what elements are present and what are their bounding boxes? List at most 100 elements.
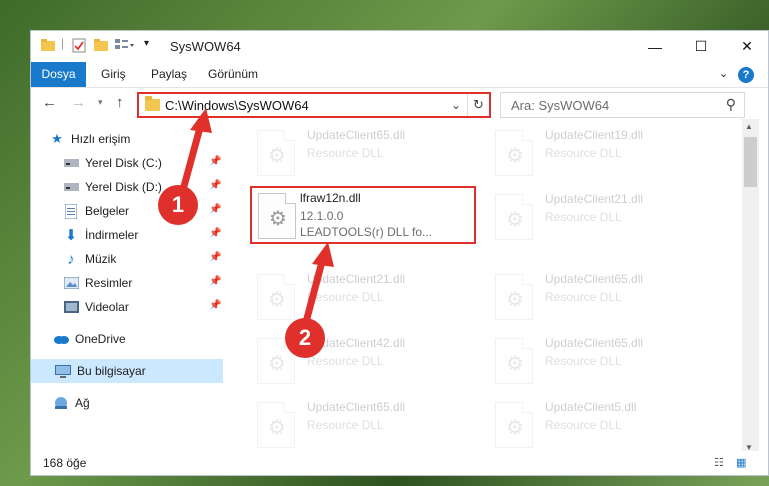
file-description: Resource DLL xyxy=(545,146,622,160)
sidebar-item-quick-access[interactable]: ★ Hızlı erişim xyxy=(49,127,241,151)
list-item[interactable]: ⚙ UpdateClient21.dll Resource DLL xyxy=(487,187,715,245)
pin-icon[interactable]: 📌 xyxy=(209,252,221,263)
sidebar-item-label: Resimler xyxy=(85,276,133,290)
file-description: Resource DLL xyxy=(307,354,384,368)
file-list: ⚙ UpdateClient65.dll Resource DLL ⚙ Upda… xyxy=(241,119,746,457)
list-item[interactable]: ⚙ UpdateClient65.dll Resource DLL xyxy=(249,395,477,453)
pin-icon[interactable]: 📌 xyxy=(209,276,221,287)
search-input[interactable]: Ara: SysWOW64 ⚲ xyxy=(500,92,745,118)
gear-icon: ⚙ xyxy=(268,288,286,311)
tab-share[interactable]: Paylaş xyxy=(151,62,187,87)
gear-icon: ⚙ xyxy=(268,352,286,375)
dll-file-icon: ⚙ xyxy=(495,130,533,176)
cloud-icon xyxy=(53,331,69,347)
file-name: lfraw12n.dll xyxy=(300,191,361,205)
computer-icon xyxy=(55,363,71,379)
music-icon: ♪ xyxy=(67,250,75,268)
pin-icon[interactable]: 📌 xyxy=(209,180,221,191)
dll-file-icon: ⚙ xyxy=(495,402,533,448)
navigation-pane: ★ Hızlı erişim Yerel Disk (C:) 📌 Yerel D… xyxy=(31,119,227,457)
sidebar-item-disk-d[interactable]: Yerel Disk (D:) 📌 xyxy=(63,175,233,199)
sidebar-item-label: Hızlı erişim xyxy=(71,132,131,146)
vertical-scrollbar[interactable]: ▲ ▼ xyxy=(742,119,759,457)
help-icon[interactable]: ? xyxy=(738,67,754,83)
details-view-icon[interactable]: ☷ xyxy=(714,456,728,469)
forward-arrow-icon[interactable]: → xyxy=(71,94,86,111)
file-description: Resource DLL xyxy=(545,354,622,368)
minimize-button[interactable]: — xyxy=(632,31,678,62)
gear-icon: ⚙ xyxy=(506,288,524,311)
pin-icon[interactable]: 📌 xyxy=(209,204,221,215)
sidebar-item-onedrive[interactable]: OneDrive xyxy=(53,327,223,351)
expand-ribbon-icon[interactable]: ⌄ xyxy=(719,67,728,80)
gear-icon: ⚙ xyxy=(506,144,524,167)
sidebar-item-label: OneDrive xyxy=(75,332,126,346)
file-version: 12.1.0.0 xyxy=(300,209,344,223)
view-options-icon[interactable] xyxy=(115,38,135,54)
list-item[interactable]: ⚙ UpdateClient5.dll Resource DLL xyxy=(487,395,715,453)
separator: | xyxy=(61,36,65,50)
sidebar-item-downloads[interactable]: ⬇ İndirmeler 📌 xyxy=(63,223,233,247)
back-arrow-icon[interactable]: ← xyxy=(42,94,57,111)
search-placeholder: Ara: SysWOW64 xyxy=(511,98,610,113)
dll-file-icon: ⚙ xyxy=(495,274,533,320)
file-description: LEADTOOLS(r) DLL fo... xyxy=(300,225,433,239)
list-item[interactable]: ⚙ UpdateClient42.dll Resource DLL xyxy=(249,331,477,389)
sidebar-item-documents[interactable]: Belgeler 📌 xyxy=(63,199,233,223)
list-item[interactable]: ⚙ UpdateClient19.dll Resource DLL xyxy=(487,123,715,181)
close-button[interactable]: ✕ xyxy=(724,31,768,62)
highlighted-file-item[interactable]: ⚙ lfraw12n.dll 12.1.0.0 LEADTOOLS(r) DLL… xyxy=(250,186,476,244)
up-arrow-icon[interactable]: ↑ xyxy=(116,94,124,111)
file-name: UpdateClient65.dll xyxy=(307,128,406,142)
refresh-icon[interactable]: ↻ xyxy=(467,94,489,116)
recent-locations-icon[interactable]: ▾ xyxy=(98,97,103,108)
list-item[interactable]: ⚙ UpdateClient65.dll Resource DLL xyxy=(487,331,715,389)
file-description: Resource DLL xyxy=(545,418,622,432)
pin-icon[interactable]: 📌 xyxy=(209,300,221,311)
scroll-up-icon[interactable]: ▲ xyxy=(745,122,753,131)
dll-file-icon: ⚙ xyxy=(257,130,295,176)
file-name: UpdateClient21.dll xyxy=(545,192,644,206)
sidebar-item-label: Yerel Disk (C:) xyxy=(85,156,162,170)
navigation-bar: ← → ▾ ↑ C:\Windows\SysWOW64 ⌄ ↻ Ara: Sys… xyxy=(31,87,768,119)
documents-icon xyxy=(63,203,79,219)
dll-file-icon: ⚙ xyxy=(257,402,295,448)
customize-toolbar-icon[interactable]: ▾ xyxy=(144,38,149,54)
pin-icon[interactable]: 📌 xyxy=(209,228,221,239)
sidebar-item-pictures[interactable]: Resimler 📌 xyxy=(63,271,233,295)
pictures-icon xyxy=(63,275,79,291)
callout-2: 2 xyxy=(285,318,325,358)
file-name: UpdateClient21.dll xyxy=(307,272,406,286)
gear-icon: ⚙ xyxy=(506,208,524,231)
sidebar-item-network[interactable]: Ağ xyxy=(53,391,223,415)
sidebar-item-videos[interactable]: Videolar 📌 xyxy=(63,295,233,319)
sidebar-item-disk-c[interactable]: Yerel Disk (C:) 📌 xyxy=(63,151,233,175)
maximize-button[interactable]: ☐ xyxy=(678,31,724,62)
list-item[interactable]: ⚙ UpdateClient21.dll Resource DLL xyxy=(249,267,477,325)
sidebar-item-music[interactable]: ♪ Müzik 📌 xyxy=(63,247,233,271)
sidebar-item-label: Ağ xyxy=(75,396,90,410)
tab-home[interactable]: Giriş xyxy=(101,62,126,87)
file-description: Resource DLL xyxy=(545,290,622,304)
tab-view[interactable]: Görünüm xyxy=(208,62,258,87)
title-bar: | ▾ SysWOW64 — ☐ ✕ xyxy=(31,31,768,62)
address-bar[interactable]: C:\Windows\SysWOW64 ⌄ ↻ xyxy=(137,92,491,118)
window-title: SysWOW64 xyxy=(170,39,241,54)
list-item[interactable]: ⚙ UpdateClient65.dll Resource DLL xyxy=(249,123,477,181)
pin-icon[interactable]: 📌 xyxy=(209,156,221,167)
file-description: Resource DLL xyxy=(545,210,622,224)
sidebar-item-this-pc[interactable]: Bu bilgisayar xyxy=(31,359,223,383)
scrollbar-thumb[interactable] xyxy=(744,137,757,187)
videos-icon xyxy=(63,299,79,315)
drive-icon xyxy=(63,179,79,195)
gear-icon: ⚙ xyxy=(269,207,287,230)
tab-file[interactable]: Dosya xyxy=(31,62,86,87)
new-folder-icon[interactable] xyxy=(94,38,110,54)
list-item[interactable]: ⚙ UpdateClient65.dll Resource DLL xyxy=(487,267,715,325)
properties-icon[interactable] xyxy=(72,38,86,54)
chevron-down-icon[interactable]: ⌄ xyxy=(451,98,461,112)
file-description: Resource DLL xyxy=(307,418,384,432)
gear-icon: ⚙ xyxy=(506,416,524,439)
large-icons-view-icon[interactable]: ▦ xyxy=(736,456,750,469)
sidebar-item-label: Videolar xyxy=(85,300,129,314)
